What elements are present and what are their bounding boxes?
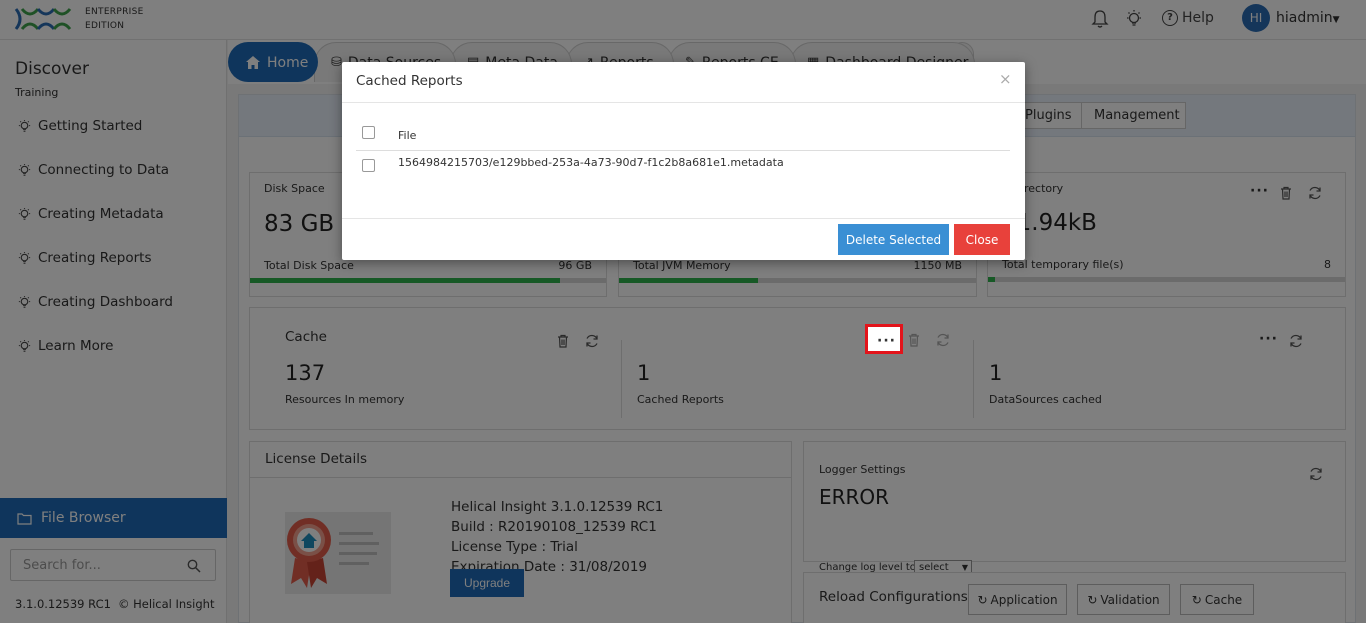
more-icon: ··· [877, 333, 896, 349]
table-header: File [356, 124, 1010, 151]
modal-divider [342, 218, 1025, 219]
select-all-checkbox[interactable] [362, 126, 375, 139]
table-row: 1564984215703/e129bbed-253a-4a73-90d7-f1… [356, 152, 1010, 178]
refresh-icon[interactable] [935, 332, 951, 348]
cached-reports-modal: Cached Reports × File 1564984215703/e129… [342, 62, 1025, 260]
modal-title: Cached Reports [356, 73, 463, 89]
column-header-file: File [398, 129, 417, 142]
close-button[interactable]: Close [954, 224, 1010, 255]
close-icon[interactable]: × [999, 70, 1012, 88]
trash-icon[interactable] [906, 332, 922, 348]
row-checkbox[interactable] [362, 159, 375, 172]
delete-selected-button[interactable]: Delete Selected [838, 224, 949, 255]
modal-divider [342, 102, 1025, 103]
cached-file-name: 1564984215703/e129bbed-253a-4a73-90d7-f1… [398, 156, 784, 169]
cached-reports-more-button[interactable]: ··· [865, 324, 903, 354]
